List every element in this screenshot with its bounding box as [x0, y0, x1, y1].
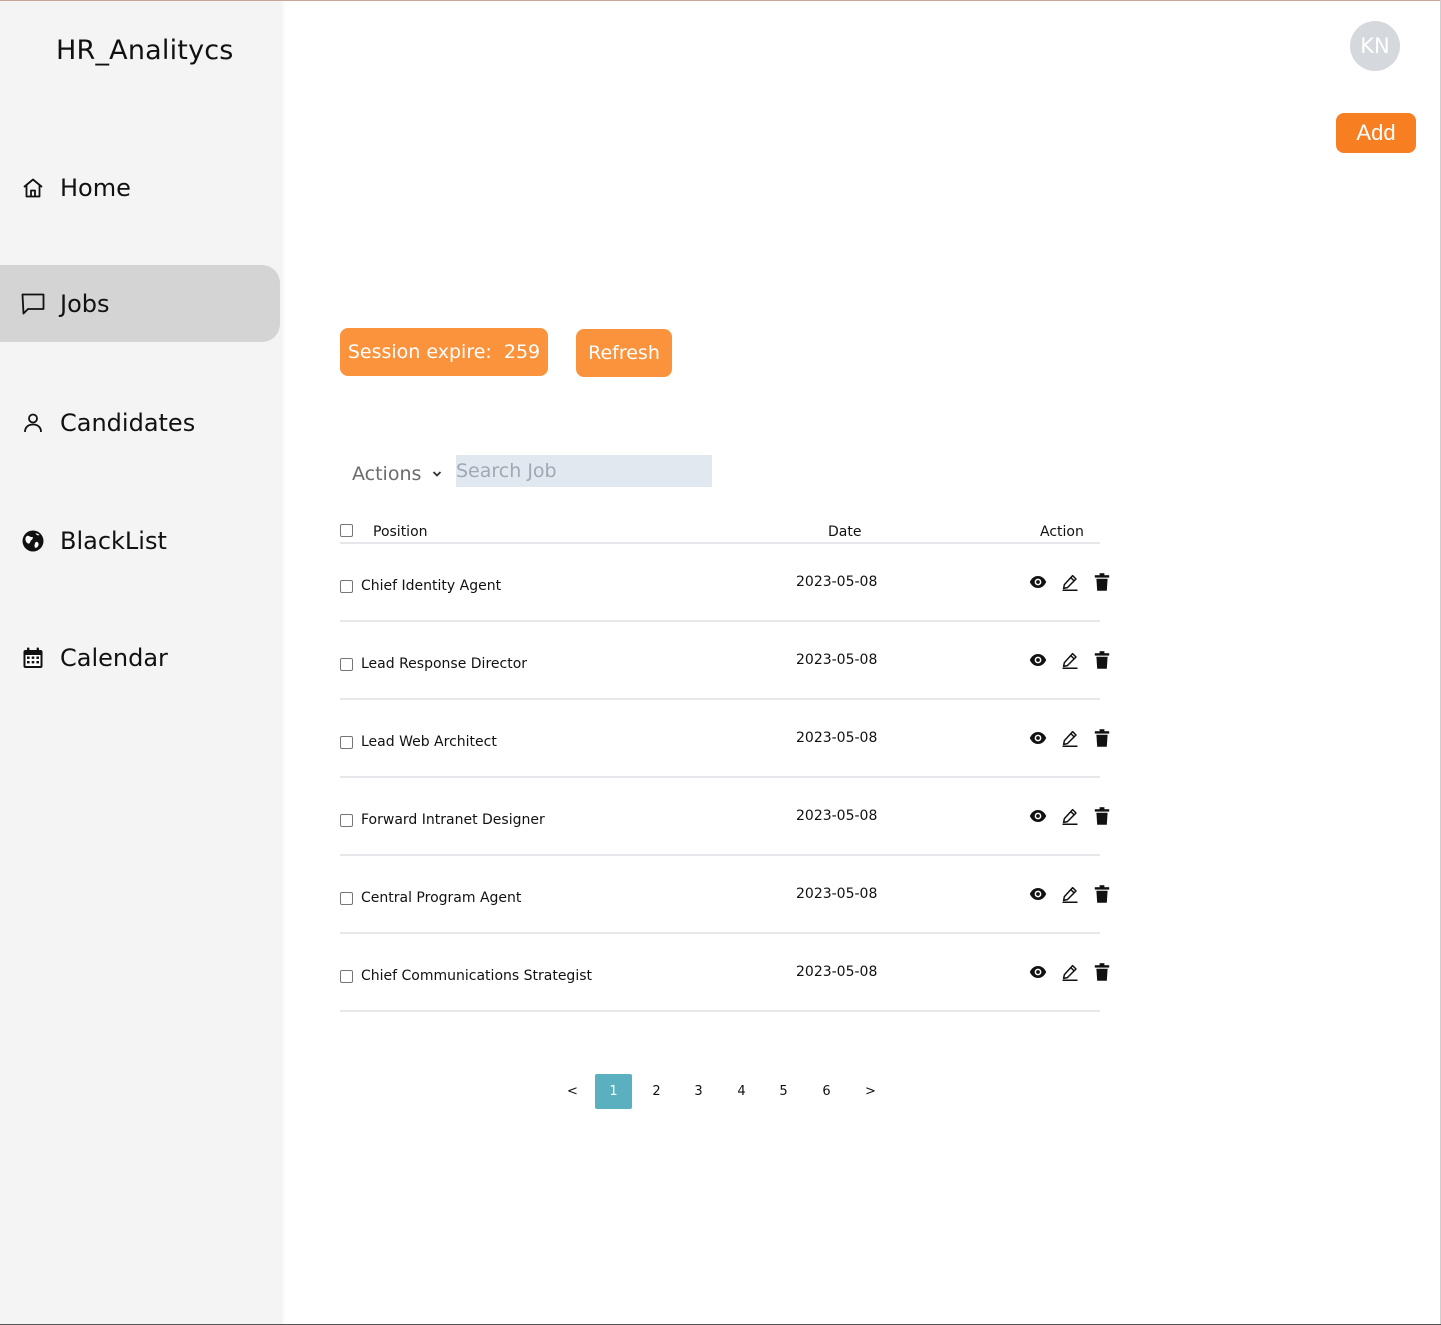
row-checkbox[interactable]	[340, 970, 353, 983]
job-date: 2023-05-08	[796, 964, 878, 980]
sidebar-item-blacklist[interactable]: BlackList	[0, 502, 280, 579]
table-row[interactable]: Lead Response Director 2023-05-08	[340, 622, 1110, 700]
actions-dropdown-label: Actions	[352, 463, 422, 485]
job-position: Lead Response Director	[361, 656, 528, 672]
add-button[interactable]: Add	[1336, 113, 1416, 153]
edit-icon[interactable]	[1061, 963, 1079, 981]
table-row[interactable]: Lead Web Architect 2023-05-08	[340, 700, 1110, 778]
job-date: 2023-05-08	[796, 808, 878, 824]
job-position: Chief Identity Agent	[361, 578, 502, 594]
eye-icon[interactable]	[1029, 885, 1047, 903]
pagination-page-4[interactable]: 4	[723, 1074, 760, 1109]
job-position: Forward Intranet Designer	[361, 812, 545, 828]
trash-icon[interactable]	[1093, 885, 1111, 903]
job-position: Chief Communications Strategist	[361, 968, 592, 984]
pagination-page-2[interactable]: 2	[638, 1074, 675, 1109]
sidebar: HR_Analitycs Home Jobs Candidates BlackL…	[0, 1, 282, 1324]
edit-icon[interactable]	[1061, 885, 1079, 903]
trash-icon[interactable]	[1093, 963, 1111, 981]
table-row[interactable]: Chief Communications Strategist 2023-05-0…	[340, 934, 1110, 1012]
home-icon	[20, 175, 46, 201]
table-row[interactable]: Central Program Agent 2023-05-08	[340, 856, 1110, 934]
sidebar-item-candidates[interactable]: Candidates	[0, 384, 280, 461]
column-header-date: Date	[828, 524, 862, 540]
sidebar-item-label: Candidates	[60, 408, 196, 437]
pagination: < 1 2 3 4 5 6 >	[554, 1074, 894, 1109]
eye-icon[interactable]	[1029, 729, 1047, 747]
table-header: Position Date Action	[340, 520, 1100, 544]
globe-icon	[20, 528, 46, 554]
session-expire-badge: Session expire: 259	[340, 328, 548, 376]
actions-dropdown[interactable]: Actions	[352, 460, 443, 488]
job-position: Lead Web Architect	[361, 734, 497, 750]
pagination-next[interactable]: >	[852, 1074, 889, 1109]
table-row[interactable]: Forward Intranet Designer 2023-05-08	[340, 778, 1110, 856]
pagination-page-1[interactable]: 1	[595, 1074, 632, 1109]
chevron-down-icon	[431, 468, 443, 480]
column-header-action: Action	[1040, 524, 1084, 540]
trash-icon[interactable]	[1093, 729, 1111, 747]
column-header-position: Position	[373, 524, 428, 540]
eye-icon[interactable]	[1029, 573, 1047, 591]
row-checkbox[interactable]	[340, 892, 353, 905]
sidebar-item-calendar[interactable]: Calendar	[0, 619, 280, 696]
job-date: 2023-05-08	[796, 652, 878, 668]
avatar[interactable]: KN	[1350, 21, 1400, 71]
edit-icon[interactable]	[1061, 573, 1079, 591]
edit-icon[interactable]	[1061, 651, 1079, 669]
job-date: 2023-05-08	[796, 574, 878, 590]
eye-icon[interactable]	[1029, 651, 1047, 669]
trash-icon[interactable]	[1093, 651, 1111, 669]
sidebar-item-label: BlackList	[60, 526, 167, 555]
calendar-icon	[20, 645, 46, 671]
pagination-page-3[interactable]: 3	[680, 1074, 717, 1109]
edit-icon[interactable]	[1061, 807, 1079, 825]
trash-icon[interactable]	[1093, 573, 1111, 591]
search-input[interactable]	[456, 455, 712, 487]
job-date: 2023-05-08	[796, 886, 878, 902]
jobs-table: Position Date Action Chief Identity Agen…	[340, 520, 1110, 1012]
pagination-page-5[interactable]: 5	[765, 1074, 802, 1109]
edit-icon[interactable]	[1061, 729, 1079, 747]
app-title: HR_Analitycs	[56, 35, 234, 66]
row-checkbox[interactable]	[340, 814, 353, 827]
row-checkbox[interactable]	[340, 658, 353, 671]
refresh-button[interactable]: Refresh	[576, 329, 672, 377]
eye-icon[interactable]	[1029, 807, 1047, 825]
row-checkbox[interactable]	[340, 736, 353, 749]
trash-icon[interactable]	[1093, 807, 1111, 825]
row-checkbox[interactable]	[340, 580, 353, 593]
eye-icon[interactable]	[1029, 963, 1047, 981]
job-position: Central Program Agent	[361, 890, 522, 906]
sidebar-item-label: Home	[60, 173, 131, 202]
user-icon	[20, 410, 46, 436]
sidebar-item-label: Calendar	[60, 643, 168, 672]
select-all-checkbox[interactable]	[340, 524, 353, 537]
job-date: 2023-05-08	[796, 730, 878, 746]
sidebar-item-label: Jobs	[60, 289, 110, 318]
pagination-page-6[interactable]: 6	[808, 1074, 845, 1109]
sidebar-item-home[interactable]: Home	[0, 149, 280, 226]
chat-bubble-icon	[20, 291, 46, 317]
pagination-prev[interactable]: <	[554, 1074, 591, 1109]
sidebar-item-jobs[interactable]: Jobs	[0, 265, 280, 342]
table-row[interactable]: Chief Identity Agent 2023-05-08	[340, 544, 1110, 622]
